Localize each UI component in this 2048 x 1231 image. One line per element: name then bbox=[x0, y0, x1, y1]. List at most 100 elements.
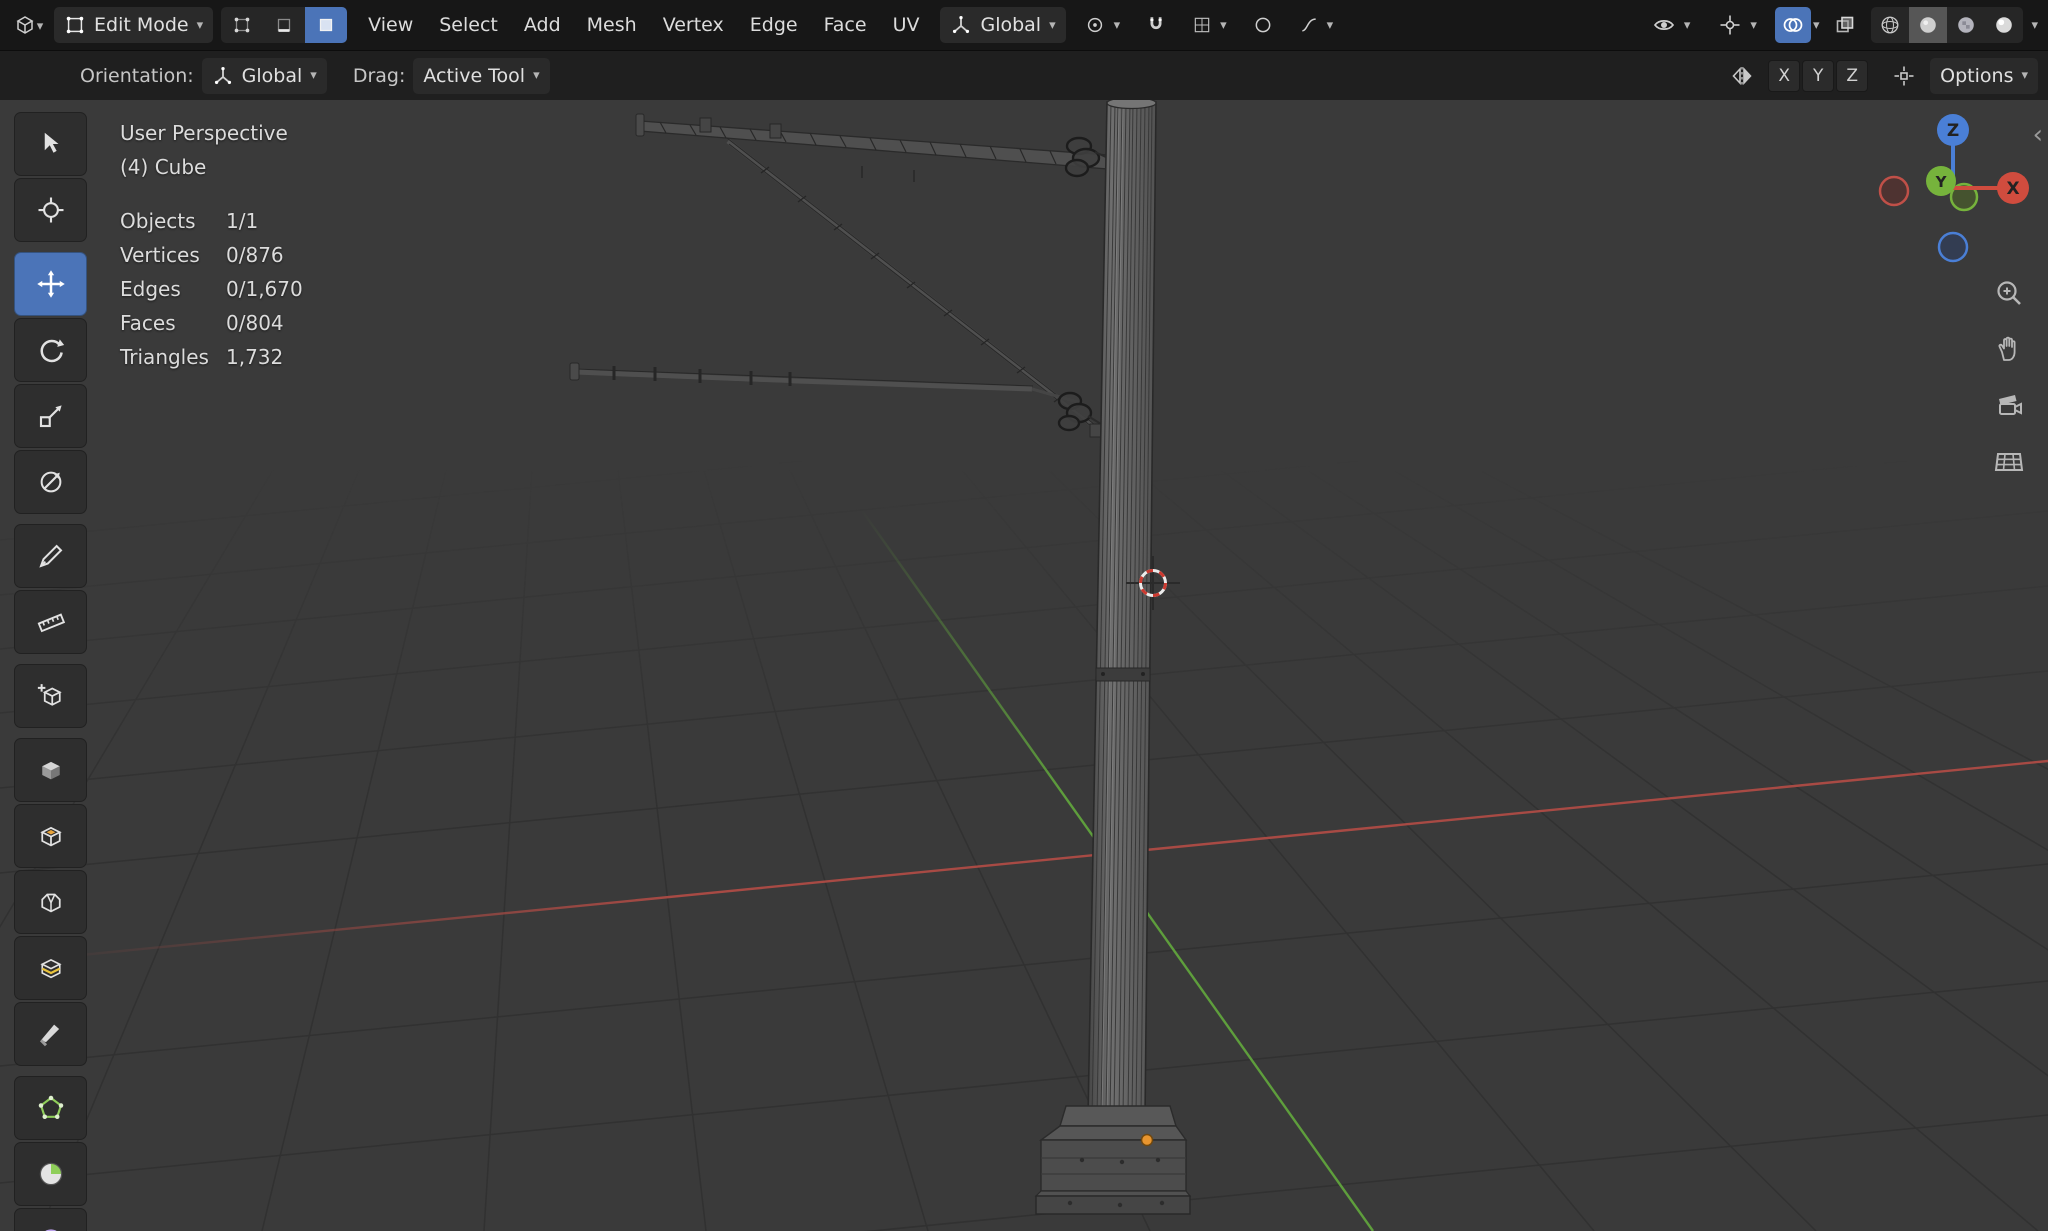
object-visibility-dropdown[interactable]: ▾ bbox=[1642, 7, 1701, 43]
overlays-toggle-button[interactable] bbox=[1774, 7, 1811, 43]
stat-label: Triangles bbox=[120, 345, 209, 369]
camera-icon bbox=[1999, 395, 2022, 415]
toggle-orthographic-button[interactable] bbox=[1992, 444, 2026, 478]
tool-orientation-value: Global bbox=[241, 64, 303, 87]
viewport-canvas[interactable] bbox=[0, 100, 2048, 1231]
viewport-3d[interactable]: User Perspective (4) Cube Objects 1/1 Ver… bbox=[0, 100, 2048, 1231]
mirror-toggle-button[interactable] bbox=[1724, 58, 1760, 94]
shading-wireframe-button[interactable] bbox=[1871, 7, 1909, 43]
tool-extrude-region[interactable] bbox=[14, 738, 87, 802]
solid-shading-icon bbox=[1920, 17, 1937, 33]
sidebar-toggle[interactable]: ‹ bbox=[2028, 122, 2048, 148]
toggle-xray-icon bbox=[1837, 16, 1854, 33]
orthographic-grid-icon bbox=[1994, 453, 2024, 471]
vertex-select-icon bbox=[234, 17, 250, 33]
gizmo-minus-x-ball[interactable] bbox=[1878, 175, 1910, 207]
menu-face[interactable]: Face bbox=[811, 0, 880, 50]
tool-rotate[interactable] bbox=[14, 318, 87, 382]
stat-value: 0/876 bbox=[226, 243, 284, 267]
snap-base-button[interactable] bbox=[1886, 58, 1922, 94]
tool-spin[interactable] bbox=[14, 1142, 87, 1206]
tool-loop-cut[interactable] bbox=[14, 936, 87, 1000]
magnet-icon bbox=[1150, 17, 1162, 30]
tool-smooth[interactable] bbox=[14, 1208, 87, 1231]
shading-material-button[interactable] bbox=[1947, 7, 1985, 43]
menu-edge[interactable]: Edge bbox=[737, 0, 811, 50]
mode-dropdown-label: Edit Mode bbox=[94, 14, 189, 36]
mirror-y-button[interactable]: Y bbox=[1802, 59, 1835, 92]
snap-target-dropdown[interactable]: ▾ bbox=[1182, 7, 1237, 43]
drag-dropdown[interactable]: Active Tool ▾ bbox=[413, 57, 550, 94]
menu-add[interactable]: Add bbox=[511, 0, 574, 50]
vertex-select-button[interactable] bbox=[221, 7, 263, 43]
xray-toggle-button[interactable] bbox=[1827, 7, 1863, 43]
pivot-point-dropdown[interactable]: ▾ bbox=[1074, 7, 1131, 43]
viewport-header: ▾ Edit Mode ▾ View Select Add Mesh Verte… bbox=[0, 0, 2048, 50]
gizmo-minus-z-ball[interactable] bbox=[1937, 231, 1969, 263]
proportional-editing-icon bbox=[1255, 17, 1271, 33]
tool-settings-left: Orientation: Global ▾ Drag: Active Tool … bbox=[80, 57, 550, 94]
mirror-axis-toggles: X Y Z bbox=[1768, 59, 1869, 92]
rendered-shading-icon bbox=[1996, 17, 2013, 33]
gizmos-icon bbox=[1720, 15, 1740, 35]
chevron-down-icon: ▾ bbox=[1049, 17, 1056, 33]
options-dropdown[interactable]: Options ▾ bbox=[1930, 57, 2038, 94]
drag-label: Drag: bbox=[352, 64, 406, 87]
options-label: Options bbox=[1940, 64, 2014, 87]
tool-cursor[interactable] bbox=[14, 178, 87, 242]
tool-knife[interactable] bbox=[14, 1002, 87, 1066]
select-mode-group bbox=[221, 7, 348, 43]
navigation-gizmo[interactable]: Z X Y bbox=[1868, 104, 2044, 280]
tool-transform[interactable] bbox=[14, 450, 87, 514]
editor-type-button[interactable]: ▾ bbox=[10, 7, 46, 43]
stat-label: Edges bbox=[120, 277, 181, 301]
menu-uv[interactable]: UV bbox=[880, 0, 933, 50]
chevron-down-icon: ▾ bbox=[310, 68, 317, 83]
menu-view[interactable]: View bbox=[355, 0, 426, 50]
shading-solid-button[interactable] bbox=[1909, 7, 1948, 43]
mesh-object[interactable] bbox=[569, 100, 1192, 1215]
transform-orientation-dropdown[interactable]: Global ▾ bbox=[940, 7, 1066, 43]
object-origin-dot bbox=[1140, 1133, 1154, 1147]
gizmo-x-label: X bbox=[2006, 179, 2019, 199]
pan-view-button[interactable] bbox=[1992, 332, 2026, 366]
proportional-falloff-dropdown[interactable]: ▾ bbox=[1289, 7, 1344, 43]
tool-orientation-dropdown[interactable]: Global ▾ bbox=[201, 57, 327, 94]
camera-view-button[interactable] bbox=[1992, 388, 2026, 422]
gizmo-y-label: Y bbox=[1935, 173, 1948, 191]
stat-value: 0/804 bbox=[226, 311, 284, 335]
tool-measure[interactable] bbox=[14, 590, 87, 654]
tool-scale[interactable] bbox=[14, 384, 87, 448]
viewport-controls bbox=[1992, 276, 2026, 478]
zoom-button[interactable] bbox=[1992, 276, 2026, 310]
mirror-x-button[interactable]: X bbox=[1768, 59, 1801, 92]
hand-icon bbox=[1998, 336, 2016, 361]
tool-tweak[interactable] bbox=[14, 112, 87, 176]
view-name: User Perspective bbox=[120, 121, 288, 145]
face-select-button[interactable] bbox=[305, 7, 348, 43]
edit-mode-icon bbox=[66, 16, 84, 34]
tool-inset-faces[interactable] bbox=[14, 804, 87, 868]
proportional-editing-button[interactable] bbox=[1245, 7, 1281, 43]
tool-bevel[interactable] bbox=[14, 870, 87, 934]
stat-label: Faces bbox=[120, 311, 176, 335]
chevron-down-icon: ▾ bbox=[1220, 17, 1227, 33]
blender-window: ▾ Edit Mode ▾ View Select Add Mesh Verte… bbox=[0, 0, 2048, 1231]
menu-mesh[interactable]: Mesh bbox=[574, 0, 650, 50]
edge-select-button[interactable] bbox=[263, 7, 305, 43]
tool-move[interactable] bbox=[14, 252, 87, 316]
chevron-down-icon: ▾ bbox=[1750, 17, 1757, 33]
tool-annotate[interactable] bbox=[14, 524, 87, 588]
menu-vertex[interactable]: Vertex bbox=[650, 0, 737, 50]
menu-select[interactable]: Select bbox=[426, 0, 511, 50]
shading-rendered-button[interactable] bbox=[1985, 7, 2023, 43]
gizmos-dropdown[interactable]: ▾ bbox=[1708, 7, 1767, 43]
tool-poly-build[interactable] bbox=[14, 1076, 87, 1140]
chevron-down-icon: ▾ bbox=[1683, 17, 1691, 33]
mode-dropdown[interactable]: Edit Mode ▾ bbox=[54, 7, 214, 43]
material-preview-shading-icon bbox=[1958, 17, 1975, 33]
snap-toggle-button[interactable] bbox=[1138, 7, 1174, 43]
face-select-icon bbox=[319, 18, 333, 32]
mirror-z-button[interactable]: Z bbox=[1836, 59, 1869, 92]
tool-add-cube[interactable] bbox=[14, 664, 87, 728]
